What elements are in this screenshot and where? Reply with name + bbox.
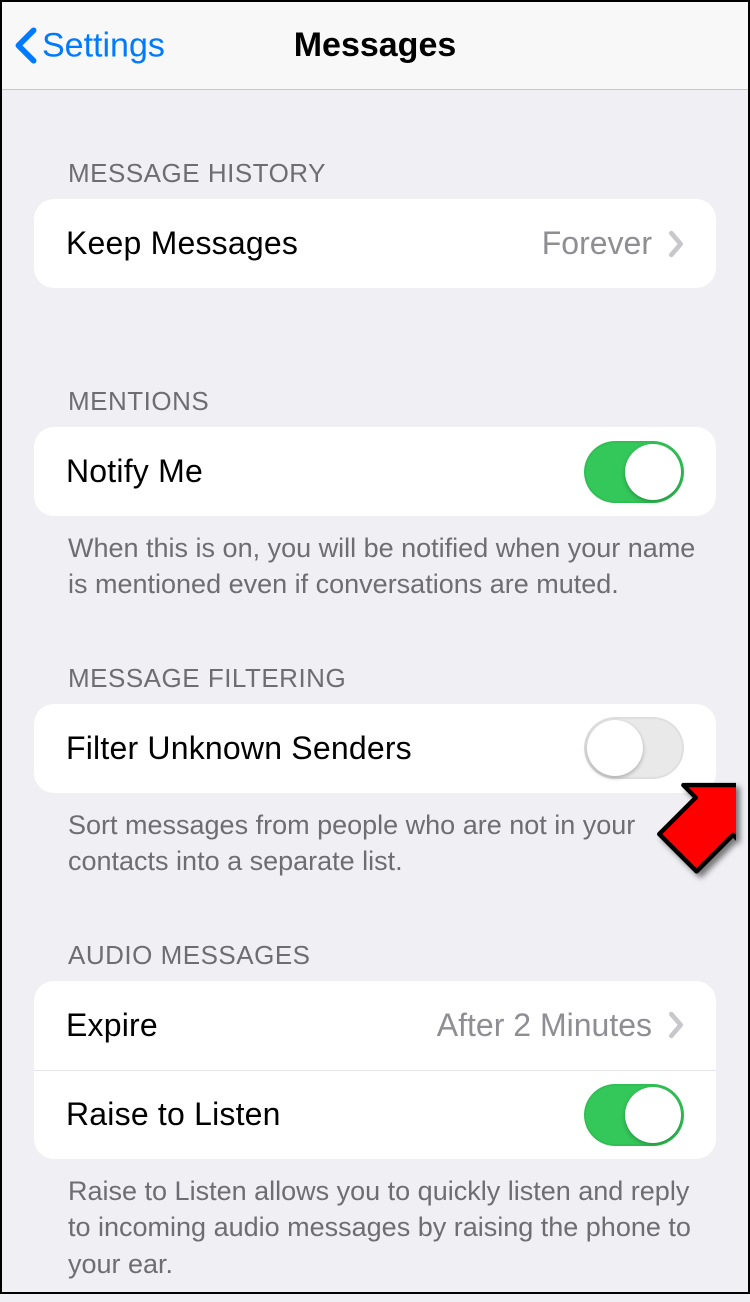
toggle-knob — [625, 444, 681, 500]
group-history: Keep Messages Forever — [34, 199, 716, 288]
filter-unknown-label: Filter Unknown Senders — [66, 730, 584, 767]
row-notify-me: Notify Me — [34, 427, 716, 516]
chevron-right-icon — [668, 230, 684, 258]
section-footer-filtering: Sort messages from people who are not in… — [2, 793, 748, 880]
section-header-mentions: Mentions — [2, 386, 748, 427]
expire-value: After 2 Minutes — [437, 1007, 652, 1044]
back-button[interactable]: Settings — [14, 26, 165, 65]
raise-to-listen-label: Raise to Listen — [66, 1096, 584, 1133]
filter-unknown-toggle[interactable] — [584, 717, 684, 779]
toggle-knob — [625, 1087, 681, 1143]
row-expire[interactable]: Expire After 2 Minutes — [34, 981, 716, 1070]
section-message-history: Message History Keep Messages Forever — [2, 158, 748, 288]
section-header-history: Message History — [2, 158, 748, 199]
notify-me-label: Notify Me — [66, 453, 584, 490]
section-header-filtering: Message Filtering — [2, 663, 748, 704]
row-keep-messages[interactable]: Keep Messages Forever — [34, 199, 716, 288]
group-mentions: Notify Me — [34, 427, 716, 516]
group-audio: Expire After 2 Minutes Raise to Listen — [34, 981, 716, 1159]
section-footer-audio: Raise to Listen allows you to quickly li… — [2, 1159, 748, 1282]
section-message-filtering: Message Filtering Filter Unknown Senders… — [2, 663, 748, 880]
keep-messages-value: Forever — [542, 225, 652, 262]
section-footer-mentions: When this is on, you will be notified wh… — [2, 516, 748, 603]
group-filtering: Filter Unknown Senders — [34, 704, 716, 793]
raise-to-listen-toggle[interactable] — [584, 1084, 684, 1146]
back-label: Settings — [42, 26, 165, 65]
toggle-knob — [587, 720, 643, 776]
expire-label: Expire — [66, 1007, 437, 1044]
keep-messages-label: Keep Messages — [66, 225, 542, 262]
page-title: Messages — [294, 26, 457, 65]
chevron-left-icon — [14, 27, 38, 65]
navigation-bar: Settings Messages — [2, 2, 748, 90]
settings-content: Message History Keep Messages Forever Me… — [2, 158, 748, 1302]
section-header-audio: Audio Messages — [2, 940, 748, 981]
chevron-right-icon — [668, 1011, 684, 1039]
section-mentions: Mentions Notify Me When this is on, you … — [2, 386, 748, 603]
notify-me-toggle[interactable] — [584, 441, 684, 503]
row-raise-to-listen: Raise to Listen — [34, 1070, 716, 1159]
row-filter-unknown-senders: Filter Unknown Senders — [34, 704, 716, 793]
section-audio-messages: Audio Messages Expire After 2 Minutes Ra… — [2, 940, 748, 1282]
